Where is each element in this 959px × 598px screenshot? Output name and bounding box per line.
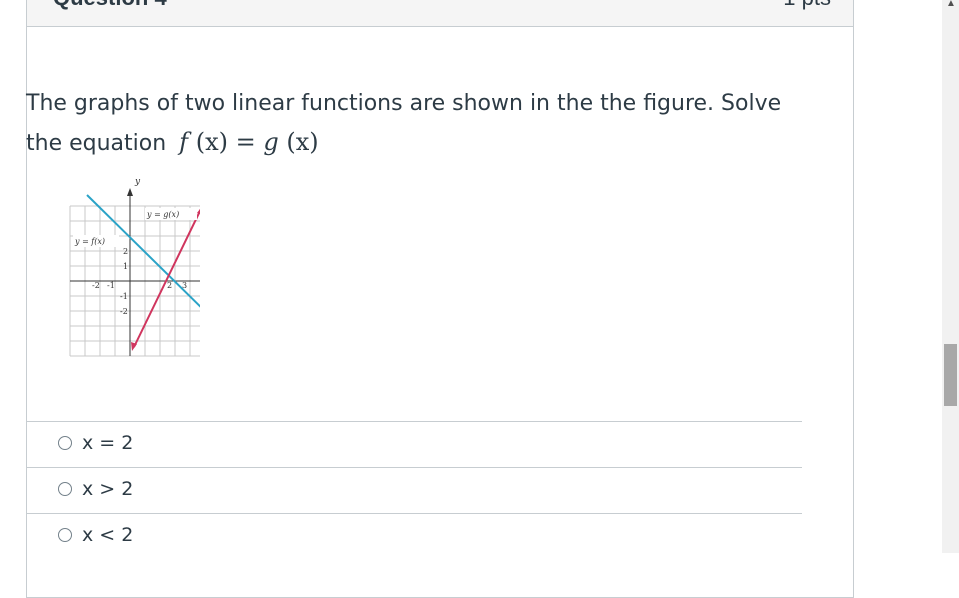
equation-f: f bbox=[179, 128, 189, 156]
equation-x1: (x) bbox=[195, 128, 228, 156]
linear-functions-graph: x y 2 1 -1 -2 -2 -1 2 3 y = g(x) y = f(x… bbox=[69, 177, 200, 357]
equation-g: g bbox=[263, 128, 279, 156]
radio-button[interactable] bbox=[58, 436, 72, 450]
equation-x2: (x) bbox=[286, 128, 319, 156]
y-axis-arrow-icon bbox=[127, 188, 133, 196]
answer-list: x = 2 x > 2 x < 2 bbox=[26, 421, 802, 559]
answer-label[interactable]: x < 2 bbox=[82, 524, 133, 546]
radio-button[interactable] bbox=[58, 482, 72, 496]
question-header: Question 4 1 pts bbox=[27, 0, 853, 27]
tick-x-2: 2 bbox=[167, 281, 172, 290]
y-axis-label: y bbox=[134, 177, 141, 187]
tick-x-neg1: -1 bbox=[107, 281, 115, 290]
question-title: Question 4 bbox=[53, 0, 167, 11]
radio-button[interactable] bbox=[58, 528, 72, 542]
answer-option[interactable]: x = 2 bbox=[26, 421, 802, 467]
tick-y-neg1: -1 bbox=[120, 292, 128, 301]
scroll-up-arrow-icon[interactable]: ▲ bbox=[946, 0, 956, 9]
tick-y-neg2: -2 bbox=[120, 307, 128, 316]
equation-equals: = bbox=[235, 128, 256, 156]
tick-y-2: 2 bbox=[123, 247, 128, 256]
answer-label[interactable]: x > 2 bbox=[82, 478, 133, 500]
scrollbar-thumb[interactable] bbox=[944, 344, 957, 406]
vertical-scrollbar[interactable]: ▲ bbox=[942, 0, 959, 553]
answer-label[interactable]: x = 2 bbox=[82, 432, 133, 454]
answer-option[interactable]: x > 2 bbox=[26, 467, 802, 513]
answer-option[interactable]: x < 2 bbox=[26, 513, 802, 559]
question-points: 1 pts bbox=[783, 0, 831, 11]
equation: f (x) = g (x) bbox=[179, 128, 318, 156]
question-prompt: The graphs of two linear functions are s… bbox=[26, 91, 782, 156]
f-label: y = f(x) bbox=[74, 237, 105, 246]
tick-y-1: 1 bbox=[123, 262, 128, 271]
tick-x-neg2: -2 bbox=[92, 281, 100, 290]
question-text: The graphs of two linear functions are s… bbox=[26, 85, 796, 163]
g-label: y = g(x) bbox=[146, 210, 179, 219]
